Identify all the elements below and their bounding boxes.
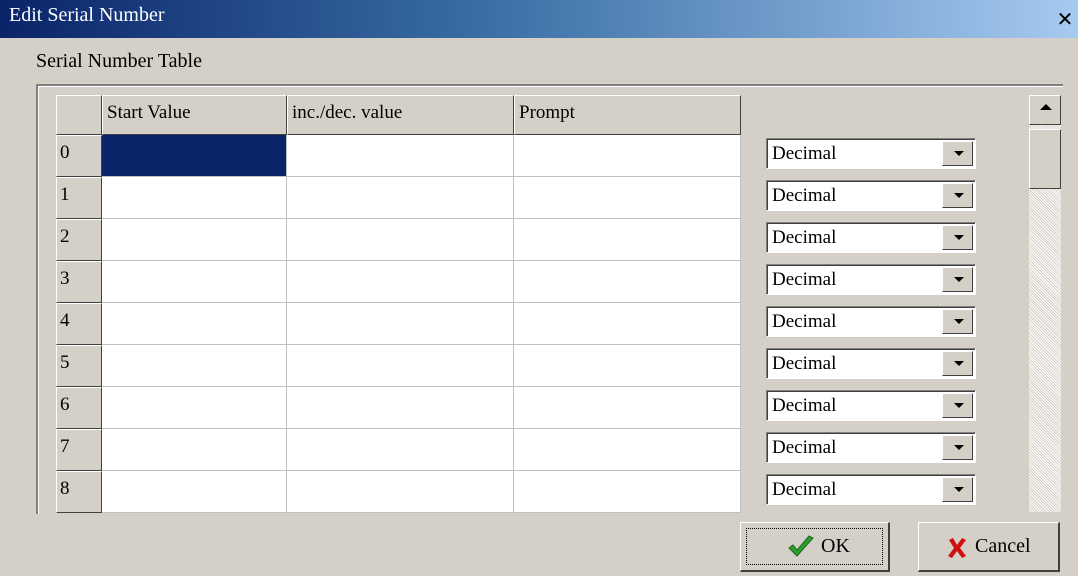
chevron-down-icon[interactable]	[942, 435, 973, 460]
column-header[interactable]: Prompt	[514, 95, 741, 135]
grid-cell[interactable]	[102, 303, 287, 345]
cancel-label: Cancel	[975, 535, 1031, 557]
title-bar[interactable]: Edit Serial Number ✕	[0, 0, 1078, 38]
grid-cell[interactable]	[287, 261, 514, 303]
grid-cell[interactable]	[287, 429, 514, 471]
format-select-value: Decimal	[772, 479, 837, 500]
grid-cell[interactable]	[102, 177, 287, 219]
grid-cell[interactable]	[514, 471, 741, 513]
ok-button[interactable]: OK	[740, 522, 890, 572]
chevron-down-icon[interactable]	[942, 393, 973, 418]
format-select[interactable]: Decimal	[766, 264, 976, 295]
red-x-icon	[948, 538, 966, 558]
grid-cell[interactable]	[514, 429, 741, 471]
column-header[interactable]: inc./dec. value	[287, 95, 514, 135]
format-select-value: Decimal	[772, 311, 837, 332]
row-header[interactable]: 7	[56, 429, 102, 471]
chevron-down-icon[interactable]	[942, 351, 973, 376]
row-header[interactable]: 0	[56, 135, 102, 177]
grid-cell[interactable]	[287, 219, 514, 261]
format-select-value: Decimal	[772, 143, 837, 164]
grid-cell[interactable]	[514, 345, 741, 387]
row-header[interactable]: 6	[56, 387, 102, 429]
chevron-down-icon[interactable]	[942, 477, 973, 502]
grid-cell[interactable]	[102, 345, 287, 387]
selected-grid-cell[interactable]	[102, 135, 287, 177]
vertical-scrollbar[interactable]	[1029, 95, 1061, 512]
grid-cell[interactable]	[287, 387, 514, 429]
chevron-down-icon[interactable]	[942, 141, 973, 166]
grid-cell[interactable]	[287, 471, 514, 513]
format-select[interactable]: Decimal	[766, 390, 976, 421]
chevron-down-icon[interactable]	[942, 225, 973, 250]
format-select[interactable]: Decimal	[766, 432, 976, 463]
chevron-down-icon[interactable]	[942, 267, 973, 292]
close-button[interactable]: ✕	[1055, 8, 1075, 30]
close-icon: ✕	[1056, 7, 1074, 31]
format-select[interactable]: Decimal	[766, 222, 976, 253]
grid-cell[interactable]	[102, 387, 287, 429]
grid-cell[interactable]	[514, 219, 741, 261]
scroll-thumb[interactable]	[1029, 129, 1061, 189]
chevron-down-icon[interactable]	[942, 309, 973, 334]
format-select-value: Decimal	[772, 269, 837, 290]
grid-corner-cell[interactable]	[56, 95, 102, 135]
grid-cell[interactable]	[102, 471, 287, 513]
ok-label: OK	[821, 535, 850, 557]
grid-cell[interactable]	[514, 303, 741, 345]
row-header[interactable]: 5	[56, 345, 102, 387]
serial-number-grid: Start Value inc./dec. value Prompt 0 1 2 3 4 5 6 7…	[56, 95, 741, 513]
grid-cell[interactable]	[102, 429, 287, 471]
grid-cell[interactable]	[514, 261, 741, 303]
format-select[interactable]: Decimal	[766, 306, 976, 337]
format-select-value: Decimal	[772, 227, 837, 248]
format-select[interactable]: Decimal	[766, 180, 976, 211]
grid-cell[interactable]	[287, 345, 514, 387]
grid-cell[interactable]	[287, 303, 514, 345]
row-header[interactable]: 8	[56, 471, 102, 513]
row-header[interactable]: 2	[56, 219, 102, 261]
format-select-value: Decimal	[772, 437, 837, 458]
row-header[interactable]: 1	[56, 177, 102, 219]
window-title: Edit Serial Number	[9, 4, 165, 26]
scroll-up-button[interactable]	[1029, 95, 1061, 125]
grid-cell[interactable]	[514, 135, 741, 177]
grid-cell[interactable]	[514, 177, 741, 219]
group-label: Serial Number Table	[36, 50, 202, 72]
grid-cell[interactable]	[102, 219, 287, 261]
grid-cell[interactable]	[514, 387, 741, 429]
grid-cell[interactable]	[287, 177, 514, 219]
grid-cell[interactable]	[287, 135, 514, 177]
format-select-value: Decimal	[772, 395, 837, 416]
format-select[interactable]: Decimal	[766, 348, 976, 379]
grid-cell[interactable]	[102, 261, 287, 303]
format-select-value: Decimal	[772, 353, 837, 374]
checkmark-icon	[788, 535, 814, 557]
row-header[interactable]: 4	[56, 303, 102, 345]
column-header[interactable]: Start Value	[102, 95, 287, 135]
chevron-down-icon[interactable]	[942, 183, 973, 208]
format-select-value: Decimal	[772, 185, 837, 206]
cancel-button[interactable]: Cancel	[918, 522, 1060, 572]
row-header[interactable]: 3	[56, 261, 102, 303]
format-select[interactable]: Decimal	[766, 138, 976, 169]
format-select[interactable]: Decimal	[766, 474, 976, 505]
